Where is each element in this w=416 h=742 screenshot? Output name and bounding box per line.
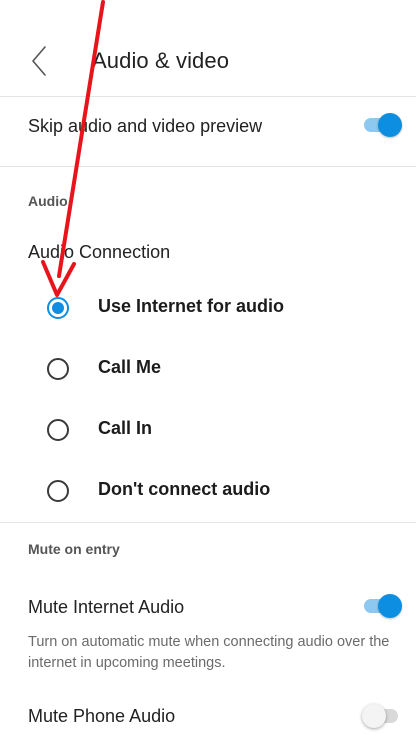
skip-preview-toggle[interactable]	[364, 113, 402, 137]
radio-label: Don't connect audio	[98, 479, 271, 499]
radio-option-call-me[interactable]: Call Me	[0, 342, 416, 398]
radio-label: Call Me	[98, 357, 162, 377]
radio-label: Call In	[98, 418, 153, 438]
toggle-knob	[362, 704, 386, 728]
header-divider	[0, 96, 416, 97]
mute-section-heading: Mute on entry	[28, 541, 120, 557]
radio-button[interactable]	[47, 358, 69, 380]
radio-option-use-internet[interactable]: Use Internet for audio	[0, 281, 416, 337]
radio-option-call-in[interactable]: Call In	[0, 403, 416, 459]
radio-label: Use Internet for audio	[98, 296, 285, 316]
toggle-knob	[378, 113, 402, 137]
mute-internet-audio-label: Mute Internet Audio	[28, 597, 185, 617]
page-title: Audio & video	[92, 48, 230, 73]
radio-button[interactable]	[47, 480, 69, 502]
app-header: Audio & video	[0, 0, 416, 96]
radio-button-selected[interactable]	[47, 297, 69, 319]
radio-button[interactable]	[47, 419, 69, 441]
radio-option-dont-connect[interactable]: Don't connect audio	[0, 464, 416, 520]
skip-preview-label: Skip audio and video preview	[28, 116, 263, 136]
mute-internet-audio-toggle[interactable]	[364, 594, 402, 618]
mute-phone-audio-label: Mute Phone Audio	[28, 706, 176, 726]
toggle-knob	[378, 594, 402, 618]
mute-internet-audio-description: Turn on automatic mute when connecting a…	[28, 634, 390, 671]
chevron-left-icon	[32, 46, 46, 76]
audio-section-heading: Audio	[28, 193, 68, 209]
audio-connection-label: Audio Connection	[28, 242, 171, 262]
back-button[interactable]	[28, 44, 50, 78]
mute-phone-audio-toggle[interactable]	[362, 704, 402, 728]
section-divider	[0, 522, 416, 523]
section-divider	[0, 166, 416, 167]
